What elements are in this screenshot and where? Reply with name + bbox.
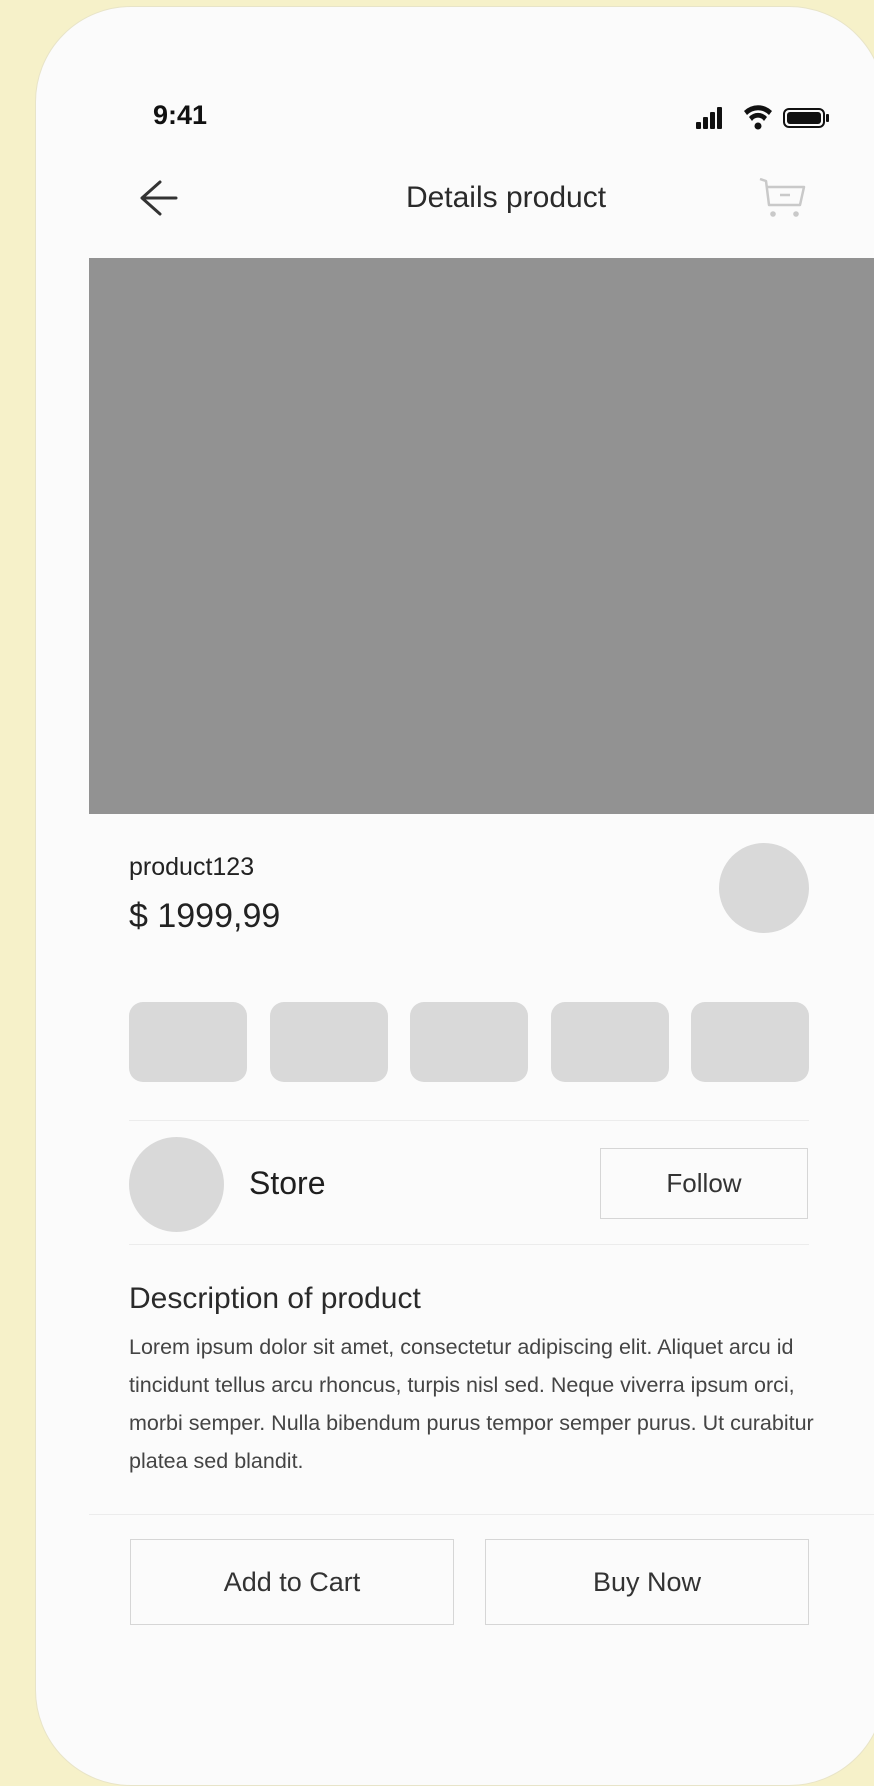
thumbnail-3[interactable] [410,1002,528,1082]
store-avatar[interactable] [129,1137,224,1232]
buy-now-button[interactable]: Buy Now [485,1539,809,1625]
cart-icon [759,177,806,217]
thumbnail-5[interactable] [691,1002,809,1082]
status-icons [696,103,846,133]
thumbnail-1[interactable] [129,1002,247,1082]
cart-button[interactable] [756,173,810,223]
thumbnail-4[interactable] [550,1002,669,1082]
product-name: product123 [129,853,255,881]
arrow-left-icon [140,180,178,216]
description-text: Lorem ipsum dolor sit amet, consectetur … [129,1335,814,1473]
phone-screen: 9:41 Details product product123 $ 1999,9… [35,6,874,1786]
back-button[interactable] [128,177,182,219]
product-image[interactable] [89,258,874,814]
wifi-icon [744,105,772,130]
product-avatar[interactable] [719,843,809,933]
page-title: Details product [405,181,607,214]
thumbnail-2[interactable] [269,1002,388,1082]
bottom-divider [89,1514,874,1515]
follow-button[interactable]: Follow [600,1148,808,1219]
thumbnail-row [129,1002,809,1082]
product-price: $ 1999,99 [129,897,281,935]
store-name[interactable]: Store [249,1165,325,1202]
signal-icon [696,107,722,129]
add-to-cart-button[interactable]: Add to Cart [130,1539,454,1625]
divider [129,1244,809,1245]
divider [129,1120,809,1121]
battery-icon [783,108,829,128]
status-time: 9:41 [153,100,208,130]
description-title: Description of product [129,1282,421,1315]
